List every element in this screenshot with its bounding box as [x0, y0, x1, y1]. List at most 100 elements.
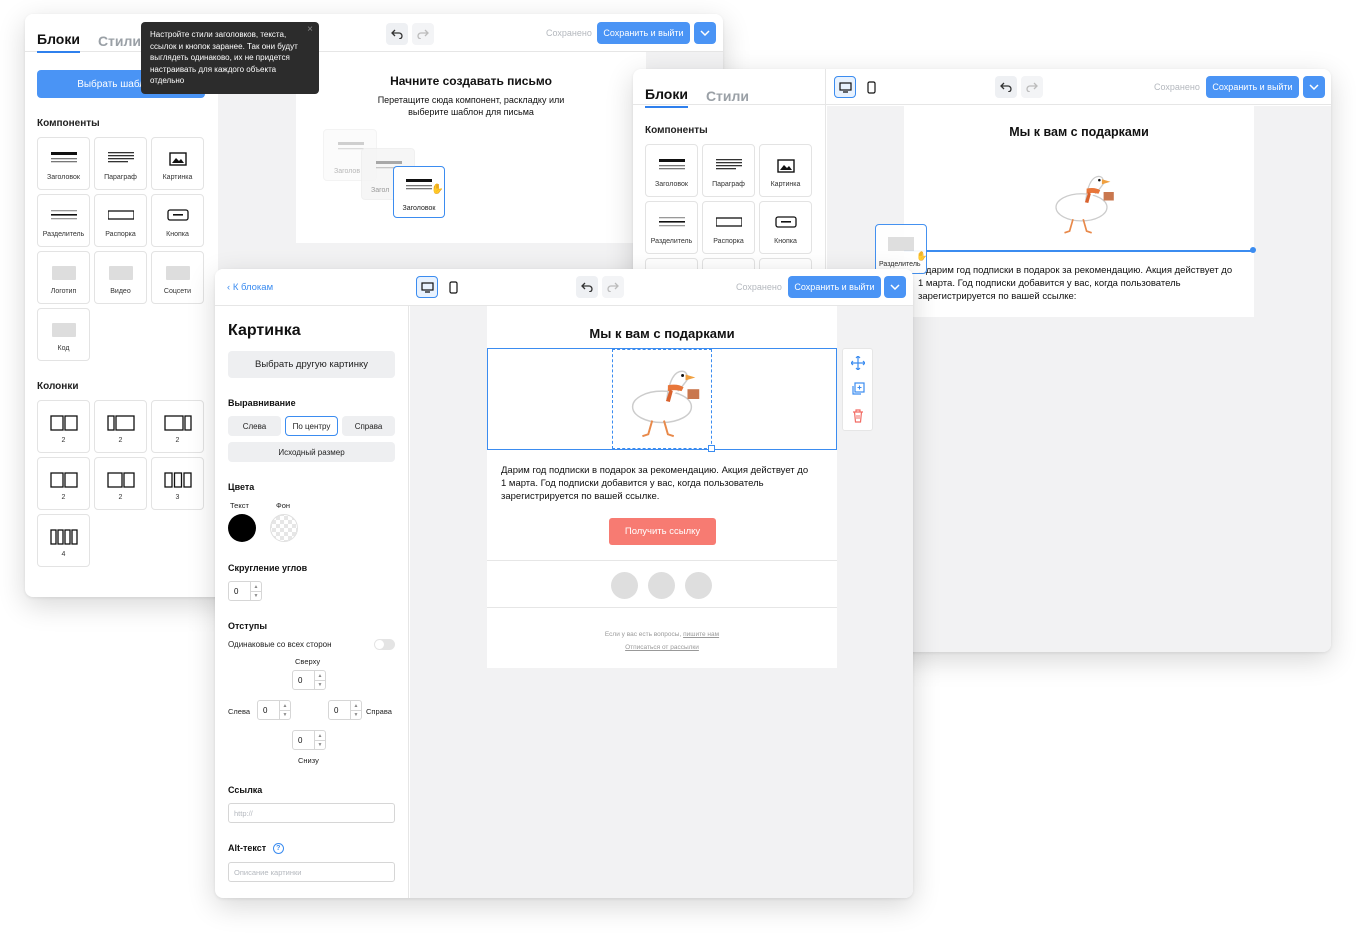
save-menu-button[interactable]: [1303, 76, 1325, 98]
redo-button[interactable]: [412, 23, 434, 45]
component-heading[interactable]: Заголовок: [645, 144, 698, 197]
top-bar: Сохранено Сохранить и выйти: [826, 69, 1331, 105]
component-spacer[interactable]: Распорка: [702, 201, 755, 254]
saved-status: Сохранено: [1154, 82, 1200, 92]
component-paragraph[interactable]: Параграф: [94, 137, 147, 190]
tab-blocks[interactable]: Блоки: [645, 86, 688, 108]
layout-2-equal-b[interactable]: 2: [37, 457, 90, 510]
empty-subtitle: Перетащите сюда компонент, раскладку или…: [377, 95, 565, 117]
same-padding-toggle[interactable]: [374, 639, 395, 650]
component-divider[interactable]: Разделитель: [645, 201, 698, 254]
original-size-button[interactable]: Исходный размер: [228, 442, 395, 462]
ghost-label: Загол: [371, 187, 390, 194]
component-heading[interactable]: Заголовок: [37, 137, 90, 190]
link-input[interactable]: http://: [228, 803, 395, 823]
component-image[interactable]: Картинка: [151, 137, 204, 190]
ghost-label: Заголовок: [402, 205, 436, 212]
padding-bottom-stepper[interactable]: 0 ▲ ▼: [292, 730, 326, 750]
help-icon[interactable]: ?: [272, 843, 284, 855]
layout-2-narrow-left[interactable]: 2: [94, 400, 147, 453]
save-exit-button[interactable]: Сохранить и выйти: [597, 22, 690, 44]
image-frame[interactable]: [612, 349, 715, 452]
padding-right-label: Справа: [366, 707, 392, 716]
close-icon[interactable]: ×: [307, 24, 313, 36]
panel-title: Картинка: [228, 322, 301, 339]
tab-styles[interactable]: Стили: [98, 33, 141, 53]
component-button[interactable]: Кнопка: [759, 201, 812, 254]
undo-button[interactable]: [576, 276, 598, 298]
component-image[interactable]: Картинка: [759, 144, 812, 197]
social-icon[interactable]: [685, 572, 712, 599]
tooltip-text: Настройте стили заголовков, текста, ссыл…: [150, 30, 298, 85]
component-video[interactable]: Видео: [94, 251, 147, 304]
mobile-view-button[interactable]: [442, 276, 464, 298]
align-left-button[interactable]: Слева: [228, 416, 281, 436]
divider: [487, 607, 837, 608]
component-divider[interactable]: Разделитель: [37, 194, 90, 247]
image-settings-panel: Картинка Выбрать другую картинку Выравни…: [215, 306, 409, 898]
component-logo[interactable]: Логотип: [37, 251, 90, 304]
hand-cursor-icon: ✋: [916, 251, 928, 261]
redo-button[interactable]: [602, 276, 624, 298]
saved-status: Сохранено: [736, 282, 782, 292]
padding-bottom-label: Снизу: [298, 756, 319, 765]
layout-4-columns[interactable]: 4: [37, 514, 90, 567]
choose-image-button[interactable]: Выбрать другую картинку: [228, 351, 395, 378]
text-color-swatch[interactable]: [228, 514, 256, 542]
component-spacer[interactable]: Распорка: [94, 194, 147, 247]
radius-title: Скругление углов: [228, 563, 308, 573]
layout-3-columns[interactable]: 3: [151, 457, 204, 510]
desktop-view-button[interactable]: [416, 276, 438, 298]
undo-button[interactable]: [995, 76, 1017, 98]
image-block-selected[interactable]: [487, 348, 837, 452]
save-exit-button[interactable]: Сохранить и выйти: [788, 276, 881, 298]
desktop-view-button[interactable]: [834, 76, 856, 98]
component-code[interactable]: Код: [37, 308, 90, 361]
ghost-label: Заголов: [334, 168, 361, 175]
component-paragraph[interactable]: Параграф: [702, 144, 755, 197]
layout-2-equal[interactable]: 2: [37, 400, 90, 453]
save-exit-button[interactable]: Сохранить и выйти: [1206, 76, 1299, 98]
delete-icon[interactable]: [852, 409, 864, 428]
empty-email-drop-zone[interactable]: Начните создавать письмо Перетащите сюда…: [296, 52, 646, 243]
duplicate-icon[interactable]: [851, 382, 865, 401]
padding-top-stepper[interactable]: 0 ▲ ▼: [292, 670, 326, 690]
write-us-link[interactable]: пишите нам: [683, 631, 719, 638]
layout-2-narrow-right[interactable]: 2: [151, 400, 204, 453]
top-bar: Блоки Стили Сохранено Сохранить и выйти: [25, 14, 723, 53]
drop-indicator-line: [904, 250, 1254, 252]
tab-styles[interactable]: Стили: [706, 88, 749, 108]
redo-button[interactable]: [1021, 76, 1043, 98]
dragged-heading-card[interactable]: Заголовок ✋: [393, 166, 445, 218]
email-text: ...дарим год подписки в подарок за реком…: [918, 265, 1233, 302]
cta-button[interactable]: Получить ссылку: [609, 518, 716, 545]
bg-color-swatch[interactable]: [270, 514, 298, 542]
columns-title: Колонки: [37, 381, 79, 392]
styles-tooltip: Настройте стили заголовков, текста, ссыл…: [141, 22, 319, 94]
social-icon[interactable]: [648, 572, 675, 599]
radius-stepper[interactable]: 0 ▲ ▼: [228, 581, 262, 601]
move-icon[interactable]: [850, 355, 866, 375]
components-title: Компоненты: [645, 125, 708, 136]
component-social[interactable]: Соцсети: [151, 251, 204, 304]
component-button[interactable]: Кнопка: [151, 194, 204, 247]
padding-right-stepper[interactable]: 0 ▲ ▼: [328, 700, 362, 720]
save-menu-button[interactable]: [694, 22, 716, 44]
unsubscribe-link[interactable]: Отписаться от рассылки: [487, 644, 837, 651]
undo-button[interactable]: [386, 23, 408, 45]
layout-2-wide-left[interactable]: 2: [94, 457, 147, 510]
align-right-button[interactable]: Справа: [342, 416, 395, 436]
align-center-button[interactable]: По центру: [285, 416, 338, 436]
padding-left-stepper[interactable]: 0 ▲ ▼: [257, 700, 291, 720]
save-menu-button[interactable]: [884, 276, 906, 298]
alt-text-input[interactable]: Описание картинки: [228, 862, 395, 882]
dragged-divider-card[interactable]: Разделитель ✋: [875, 224, 927, 274]
mobile-view-button[interactable]: [860, 76, 882, 98]
tab-blocks[interactable]: Блоки: [37, 31, 80, 53]
back-to-blocks-link[interactable]: ‹ К блокам: [227, 282, 273, 293]
resize-handle[interactable]: [708, 445, 715, 452]
social-icon[interactable]: [611, 572, 638, 599]
text-color-label: Текст: [230, 501, 249, 510]
email-preview: Мы к вам с подарками Дарим год подписки …: [487, 306, 837, 668]
colors-title: Цвета: [228, 482, 255, 492]
